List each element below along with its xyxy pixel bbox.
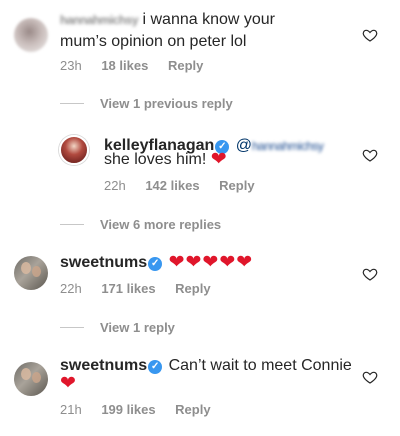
heart-outline-icon[interactable] [362,266,378,282]
likes-count[interactable]: 171 likes [101,281,155,296]
divider-line [60,103,84,104]
reply-button[interactable]: Reply [168,58,203,73]
comment-text: she loves him! [104,151,207,168]
comment-body: hannahmichsy i wanna know your [60,10,275,30]
timestamp: 22h [104,178,126,193]
heart-outline-icon[interactable] [362,147,378,163]
username-link[interactable]: sweetnums [60,357,147,374]
divider-line [60,327,84,328]
verified-badge-icon: ✓ [148,360,163,374]
comment-meta: 21h 199 likes Reply [60,402,211,417]
comment-text-line: ❤ [60,374,76,394]
comment-text-line: she loves him! ❤ [104,150,227,170]
timestamp: 21h [60,402,82,417]
avatar[interactable] [14,18,48,52]
view-replies-button[interactable]: View 1 reply [60,320,175,335]
likes-count[interactable]: 142 likes [145,178,199,193]
reply-button[interactable]: Reply [175,402,210,417]
avatar[interactable] [59,135,89,165]
comment-body: sweetnums ✓ Can’t wait to meet Connie [60,356,352,376]
heart-emoji: ❤ [60,373,76,394]
view-more-replies-button[interactable]: View 6 more replies [60,217,221,232]
username-link[interactable]: sweetnums [60,254,147,271]
avatar[interactable] [14,362,48,396]
comment-text-continued: mum’s opinion on peter lol [60,33,247,50]
reply-button[interactable]: Reply [175,281,210,296]
timestamp: 23h [60,58,82,73]
heart-outline-icon[interactable] [362,369,378,385]
view-previous-replies-button[interactable]: View 1 previous reply [60,96,233,111]
mention-link[interactable]: hannahmichsy [252,136,324,156]
reply-button[interactable]: Reply [219,178,254,193]
comment-meta: 22h 142 likes Reply [104,178,255,193]
timestamp: 22h [60,281,82,296]
comment-body: sweetnums ✓ ❤❤❤❤❤ [60,253,253,273]
view-previous-label: View 1 previous reply [100,96,233,111]
comment-text: Can’t wait to meet Connie [168,357,352,374]
likes-count[interactable]: 18 likes [101,58,148,73]
avatar[interactable] [14,256,48,290]
heart-emoji: ❤ [210,149,227,170]
comment-meta: 22h 171 likes Reply [60,281,211,296]
mention-at[interactable]: @ [236,137,252,154]
view-reply-label: View 1 reply [100,320,175,335]
divider-line [60,224,84,225]
heart-emoji-row: ❤❤❤❤❤ [168,252,254,273]
username-link[interactable]: hannahmichsy [60,10,139,30]
comment-meta: 23h 18 likes Reply [60,58,203,73]
heart-outline-icon[interactable] [362,27,378,43]
verified-badge-icon: ✓ [148,257,163,271]
comment-text: i wanna know your [142,11,275,28]
likes-count[interactable]: 199 likes [101,402,155,417]
view-more-label: View 6 more replies [100,217,222,232]
